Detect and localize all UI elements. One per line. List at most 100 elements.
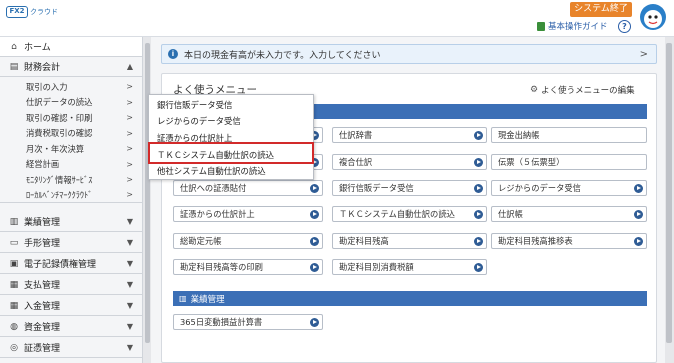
caret-down-icon: ▼ bbox=[126, 259, 133, 268]
menu-button[interactable]: 勘定科目残高推移表 bbox=[491, 233, 647, 249]
app-header: FX2 クラウド システム終了 基本操作ガイド ? bbox=[0, 0, 674, 37]
sidebar: ⌂ ホーム ▤ 財務会計 ▲ 取引の入力 > 仕訳データの読込 > 取引の確認・… bbox=[0, 37, 143, 363]
menu-button-label: レジからのデータ受信 bbox=[498, 183, 581, 193]
sidebar-subitem[interactable]: 消費税取引の確認 > bbox=[0, 126, 142, 142]
sidebar-subitem[interactable]: 仕訳データの読込 > bbox=[0, 95, 142, 111]
basic-guide-link[interactable]: 基本操作ガイド bbox=[537, 20, 608, 32]
sidebar-item-zaimu[interactable]: ▤ 財務会計 ▲ bbox=[0, 57, 142, 77]
play-icon bbox=[310, 318, 319, 327]
sidebar-item-shiharai[interactable]: ▦ 支払管理 ▼ bbox=[0, 275, 142, 295]
sidebar-subitem[interactable]: ﾓﾆﾀﾘﾝｸﾞ情報ｻｰﾋﾞｽ > bbox=[0, 172, 142, 188]
sidebar-section-label: 手形管理 bbox=[24, 239, 61, 249]
sidebar-subitem[interactable]: ﾛｰｶﾙﾍﾞﾝﾁﾏｰｸｸﾗｳﾄﾞ > bbox=[0, 188, 142, 203]
sidebar-subitem-label: 月次・年次決算 bbox=[26, 143, 85, 154]
sidebar-item-gyoseki[interactable]: ▥ 業績管理 ▼ bbox=[0, 212, 142, 232]
receipt-icon: ◎ bbox=[10, 342, 18, 353]
sidebar-subitem[interactable]: 取引の確認・印刷 > bbox=[0, 110, 142, 126]
bar-chart-icon: ▥ bbox=[9, 216, 19, 227]
shiwake-import-flyout: 銀行信販データ受信 レジからのデータ受信 証憑からの仕訳計上 ＴＫＣシステム自動… bbox=[148, 94, 314, 180]
sidebar-item-home[interactable]: ⌂ ホーム bbox=[0, 37, 142, 57]
money-bag-icon: ◍ bbox=[10, 321, 18, 332]
menu-button-label: 仕訳辞書 bbox=[339, 130, 373, 140]
menu-button-label: 勘定科目別消費税額 bbox=[339, 262, 414, 272]
sidebar-section-label: 業績管理 bbox=[24, 218, 61, 228]
caret-down-icon: ▼ bbox=[126, 343, 133, 352]
caret-down-icon: ▼ bbox=[126, 301, 133, 310]
chevron-right-icon: > bbox=[126, 190, 133, 200]
section-bar-label: 業績管理 bbox=[190, 294, 225, 305]
play-icon bbox=[474, 237, 483, 246]
menu-button-label: 勘定科目残高等の印刷 bbox=[180, 262, 263, 272]
sidebar-subitem-label: 取引の確認・印刷 bbox=[26, 112, 93, 123]
menu-button[interactable]: 365日変動損益計算書 bbox=[173, 314, 323, 330]
flyout-item[interactable]: 銀行信販データ受信 bbox=[157, 99, 232, 111]
bill-icon: ▭ bbox=[9, 237, 19, 248]
sidebar-item-shohyo[interactable]: ◎ 証憑管理 ▼ bbox=[0, 338, 142, 358]
sidebar-item-tegata[interactable]: ▭ 手形管理 ▼ bbox=[0, 233, 142, 253]
menu-button-label: 複合仕訳 bbox=[339, 157, 373, 167]
chevron-right-icon: > bbox=[126, 159, 133, 169]
chevron-right-icon: > bbox=[126, 175, 133, 185]
menu-button-label: 伝票（５伝票型） bbox=[498, 157, 565, 167]
info-icon: i bbox=[168, 49, 178, 59]
menu-button[interactable]: 伝票（５伝票型） bbox=[491, 154, 647, 170]
menu-button-label: 勘定科目残高推移表 bbox=[498, 236, 573, 246]
play-icon bbox=[474, 263, 483, 272]
sidebar-section-label: 入金管理 bbox=[24, 302, 61, 312]
flyout-item[interactable]: 他社システム自動仕訳の読込 bbox=[157, 165, 266, 177]
building-icon: ▦ bbox=[9, 300, 19, 311]
menu-button[interactable]: 勘定科目残高 bbox=[332, 233, 487, 249]
sidebar-scrollbar-thumb[interactable] bbox=[145, 43, 150, 343]
help-icon[interactable]: ? bbox=[618, 20, 631, 33]
sidebar-zaimu-label: 財務会計 bbox=[24, 63, 61, 73]
notice-banner[interactable]: i 本日の現金有高が未入力です。入力してください > bbox=[161, 44, 657, 64]
menu-button[interactable]: 複合仕訳 bbox=[332, 154, 487, 170]
caret-down-icon: ▼ bbox=[126, 280, 133, 289]
sidebar-subitem[interactable]: 月次・年次決算 > bbox=[0, 141, 142, 157]
mascot-avatar-icon[interactable] bbox=[638, 2, 668, 34]
menu-button[interactable]: 総勘定元帳 bbox=[173, 233, 323, 249]
menu-button[interactable]: 勘定科目別消費税額 bbox=[332, 259, 487, 275]
menu-button[interactable]: 現金出納帳 bbox=[491, 127, 647, 143]
chevron-right-icon: > bbox=[126, 82, 133, 92]
play-icon bbox=[310, 184, 319, 193]
section-bar-gyoseki: ▥ 業績管理 bbox=[173, 291, 647, 306]
play-icon bbox=[310, 210, 319, 219]
monitor-icon: ▣ bbox=[9, 258, 19, 269]
menu-button-label: 365日変動損益計算書 bbox=[180, 317, 263, 327]
menu-button-label: 証憑からの仕訳計上 bbox=[180, 209, 255, 219]
menu-button[interactable]: 銀行信販データ受信 bbox=[332, 180, 487, 196]
ledger-icon: ▤ bbox=[9, 61, 19, 72]
menu-button[interactable]: 仕訳辞書 bbox=[332, 127, 487, 143]
sidebar-item-shikin[interactable]: ◍ 資金管理 ▼ bbox=[0, 317, 142, 337]
play-icon bbox=[474, 131, 483, 140]
main-scrollbar-thumb[interactable] bbox=[666, 43, 672, 343]
sidebar-item-nyukin[interactable]: ▦ 入金管理 ▼ bbox=[0, 296, 142, 316]
sidebar-subitem[interactable]: 取引の入力 > bbox=[0, 79, 142, 95]
sidebar-subitem-label: 経営計画 bbox=[26, 159, 60, 170]
sidebar-section-label: 電子記録債権管理 bbox=[24, 260, 97, 270]
edit-favorite-menu-label: よく使うメニューの編集 bbox=[541, 86, 635, 96]
menu-button-label: 勘定科目残高 bbox=[339, 236, 389, 246]
menu-button[interactable]: 仕訳帳 bbox=[491, 206, 647, 222]
menu-button[interactable]: レジからのデータ受信 bbox=[491, 180, 647, 196]
sidebar-section-label: 証憑管理 bbox=[24, 344, 61, 354]
sidebar-subitem-label: 取引の入力 bbox=[26, 81, 68, 92]
basic-guide-label: 基本操作ガイド bbox=[548, 22, 608, 32]
menu-button[interactable]: 証憑からの仕訳計上 bbox=[173, 206, 323, 222]
edit-favorite-menu-link[interactable]: ⚙ よく使うメニューの編集 bbox=[530, 84, 635, 96]
play-icon bbox=[310, 263, 319, 272]
flyout-item[interactable]: レジからのデータ受信 bbox=[157, 115, 241, 127]
sidebar-subitem[interactable]: 経営計画 > bbox=[0, 157, 142, 173]
system-end-button[interactable]: システム終了 bbox=[570, 2, 632, 17]
menu-button[interactable]: 仕訳への証憑貼付 bbox=[173, 180, 323, 196]
chevron-right-icon: > bbox=[639, 48, 648, 60]
menu-button[interactable]: 勘定科目残高等の印刷 bbox=[173, 259, 323, 275]
menu-button-label: 仕訳への証憑貼付 bbox=[180, 183, 247, 193]
play-icon bbox=[474, 210, 483, 219]
sidebar-subitem-label: ﾛｰｶﾙﾍﾞﾝﾁﾏｰｸｸﾗｳﾄﾞ bbox=[26, 189, 93, 200]
sidebar-subitem-label: 消費税取引の確認 bbox=[26, 128, 93, 139]
play-icon bbox=[634, 237, 643, 246]
menu-button[interactable]: ＴＫＣシステム自動仕訳の読込 bbox=[332, 206, 487, 222]
sidebar-item-denshi[interactable]: ▣ 電子記録債権管理 ▼ bbox=[0, 254, 142, 274]
